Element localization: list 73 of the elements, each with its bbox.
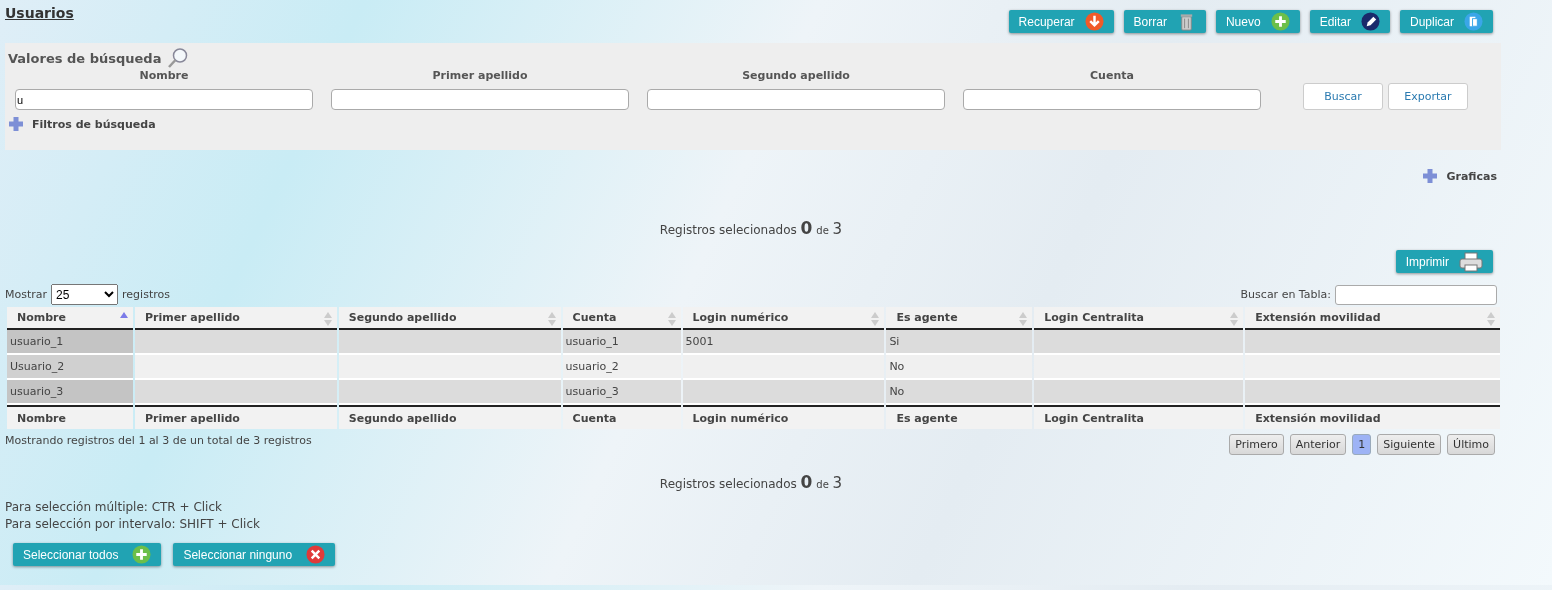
length-label: registros — [122, 288, 170, 301]
search-icon — [167, 47, 190, 69]
sort-icon — [1019, 312, 1028, 326]
table-cell: usuario_1 — [562, 330, 681, 355]
column-header[interactable]: Extensión movilidad — [1245, 307, 1500, 330]
cross-icon — [306, 545, 326, 564]
table-cell: No — [886, 380, 1033, 405]
table-cell: No — [886, 355, 1033, 380]
column-footer: Primer apellido — [134, 405, 337, 429]
search-button[interactable]: Exportar — [1388, 83, 1468, 110]
charts-toggle[interactable]: Graficas — [1446, 169, 1497, 183]
page-title[interactable]: Usuarios — [5, 5, 74, 21]
table-cell: Si — [886, 330, 1033, 355]
field-label: Primer apellido — [432, 69, 528, 82]
sort-icon — [667, 312, 676, 326]
table-cell: usuario_3 — [7, 380, 133, 405]
input-field[interactable] — [331, 89, 629, 110]
pagination-button[interactable]: Primero — [1229, 434, 1284, 455]
column-footer: Cuenta — [562, 405, 681, 429]
column-footer: Es agente — [886, 405, 1033, 429]
table-cell: usuario_2 — [562, 355, 681, 380]
field-label: Segundo apellido — [742, 69, 850, 82]
column-header[interactable]: Nombre — [7, 307, 133, 330]
pagination-button[interactable]: Siguiente — [1377, 434, 1442, 455]
selected-count-text: Registros selecionados 0 de 3 — [659, 477, 843, 491]
column-header[interactable]: Primer apellido — [134, 307, 337, 330]
column-header[interactable]: Login numérico — [682, 307, 885, 330]
table-cell: usuario_3 — [562, 380, 681, 405]
sort-icon — [1230, 312, 1239, 326]
sort-icon — [1487, 312, 1495, 326]
arrow-down-icon — [1084, 12, 1104, 31]
field-label: Nombre — [139, 69, 189, 82]
pagination-button[interactable]: Último — [1447, 434, 1495, 455]
page-size-select[interactable]: 25 — [51, 284, 119, 305]
input-field[interactable] — [647, 89, 945, 110]
sort-icon — [547, 312, 556, 326]
input-field[interactable]: u — [15, 89, 313, 110]
sort-icon — [323, 312, 332, 326]
plus-icon — [132, 545, 152, 564]
selected-count-text: Registros selecionados 0 de 3 — [659, 223, 843, 237]
hint-text: Para selección múltiple: CTR + Click — [5, 500, 223, 514]
copy-icon — [1464, 12, 1483, 31]
column-header[interactable]: Login Centralita — [1034, 307, 1244, 330]
table-search-label: Buscar en Tabla: — [1240, 288, 1331, 301]
column-header[interactable]: Es agente — [886, 307, 1033, 330]
hint-text: Para selección por intervalo: SHIFT + Click — [5, 517, 261, 531]
column-footer: Login numérico — [682, 405, 885, 429]
plus-icon[interactable] — [1422, 168, 1439, 184]
printer-icon — [1459, 251, 1483, 272]
pagination-button[interactable]: Anterior — [1289, 434, 1347, 455]
table-info: Mostrando registros del 1 al 3 de un total de 3 registros — [5, 434, 312, 447]
column-header[interactable]: Segundo apellido — [338, 307, 561, 330]
table-cell: 5001 — [682, 330, 885, 355]
input-field[interactable] — [963, 89, 1261, 110]
column-footer: Extensión movilidad — [1245, 405, 1500, 429]
column-footer: Segundo apellido — [338, 405, 561, 429]
sort-ascending-icon — [119, 312, 128, 318]
column-footer: Nombre — [7, 405, 133, 429]
table-cell: Usuario_2 — [7, 355, 133, 380]
plus-icon[interactable] — [8, 116, 24, 132]
filters-toggle[interactable]: Filtros de búsqueda — [32, 117, 156, 131]
length-label: Mostrar — [5, 288, 48, 301]
column-footer: Login Centralita — [1034, 405, 1244, 429]
plus-icon — [1270, 12, 1290, 31]
pen-icon — [1361, 12, 1380, 31]
panel-title: Valores de búsqueda — [8, 50, 162, 66]
field-label: Cuenta — [1090, 69, 1134, 82]
sort-icon — [871, 312, 880, 326]
search-button[interactable]: Buscar — [1303, 83, 1383, 110]
table-search-field[interactable] — [1335, 284, 1497, 305]
column-header[interactable]: Cuenta — [562, 307, 681, 330]
table-cell: usuario_1 — [7, 330, 133, 355]
pagination-button[interactable]: 1 — [1352, 434, 1372, 455]
